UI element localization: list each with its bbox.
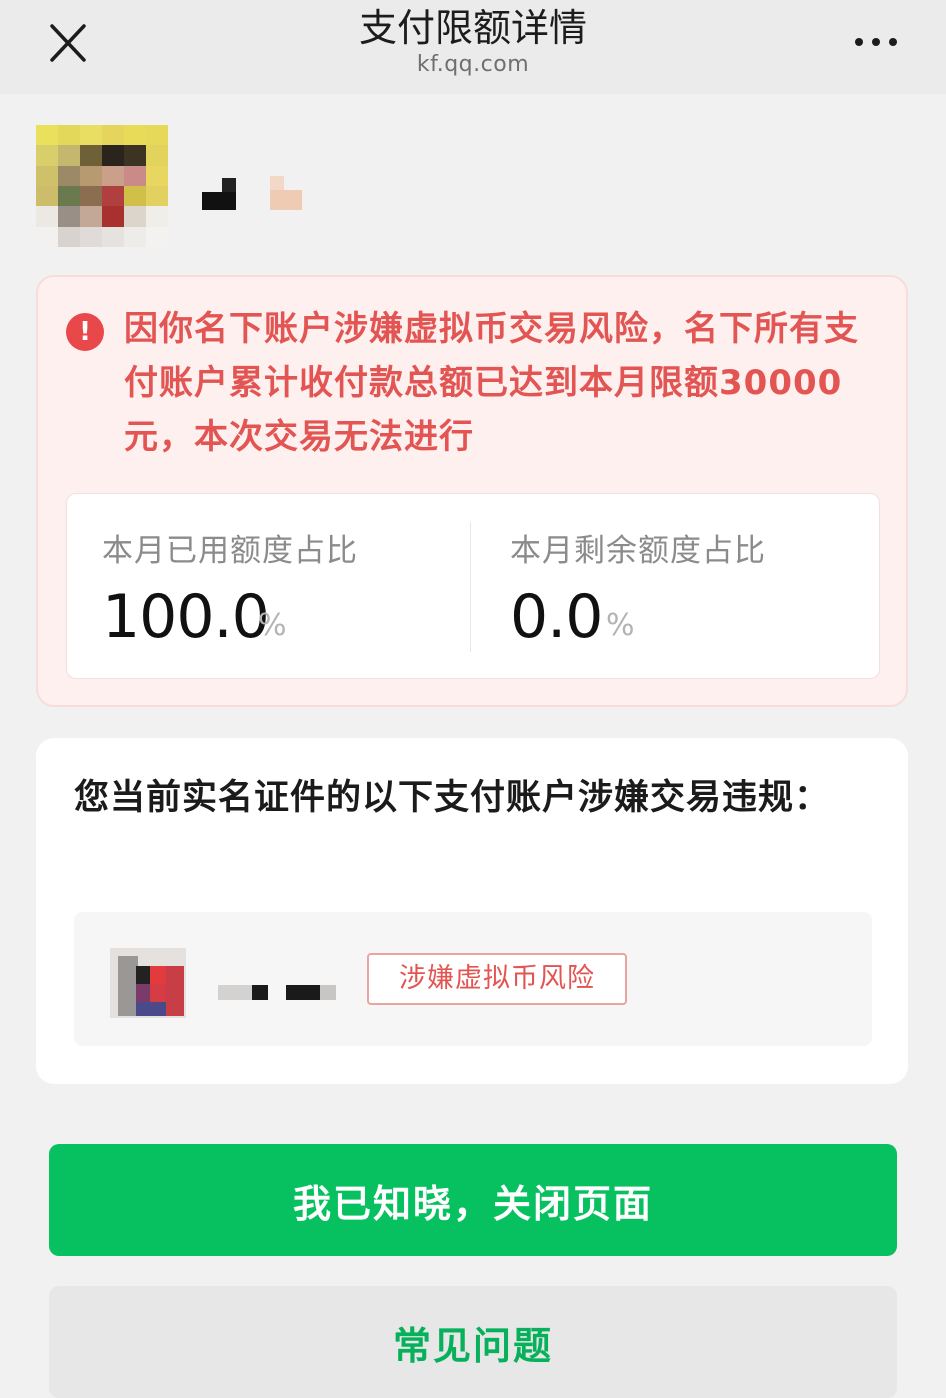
more-dot-icon	[889, 38, 897, 46]
crypto-risk-badge: 涉嫌虚拟币风险	[367, 953, 627, 1005]
limit-warning-message: 因你名下账户涉嫌虚拟币交易风险，名下所有支付账户累计收付款总额已达到本月限额30…	[124, 309, 859, 457]
more-options-button[interactable]	[846, 30, 906, 54]
exclamation-icon: !	[66, 313, 104, 351]
used-quota-unit: %	[258, 608, 287, 643]
faq-button[interactable]: 常见问题	[49, 1286, 897, 1398]
more-dot-icon	[855, 38, 863, 46]
page-title: 支付限额详情	[358, 6, 587, 50]
more-dot-icon	[872, 38, 880, 46]
used-quota-label: 本月已用额度占比	[102, 533, 358, 569]
remaining-quota-label: 本月剩余额度占比	[510, 533, 766, 569]
top-nav-bar: 支付限额详情 kf.qq.com	[0, 0, 946, 94]
user-avatar	[36, 125, 168, 247]
remaining-quota-value: 0.0	[510, 582, 603, 652]
acknowledge-close-button[interactable]: 我已知晓，关闭页面	[49, 1144, 897, 1256]
violation-title: 您当前实名证件的以下支付账户涉嫌交易违规：	[74, 778, 831, 818]
page-domain: kf.qq.com	[416, 52, 530, 77]
quota-divider	[470, 522, 471, 652]
used-quota-value: 100.0	[102, 582, 270, 652]
remaining-quota-unit: %	[606, 608, 635, 643]
